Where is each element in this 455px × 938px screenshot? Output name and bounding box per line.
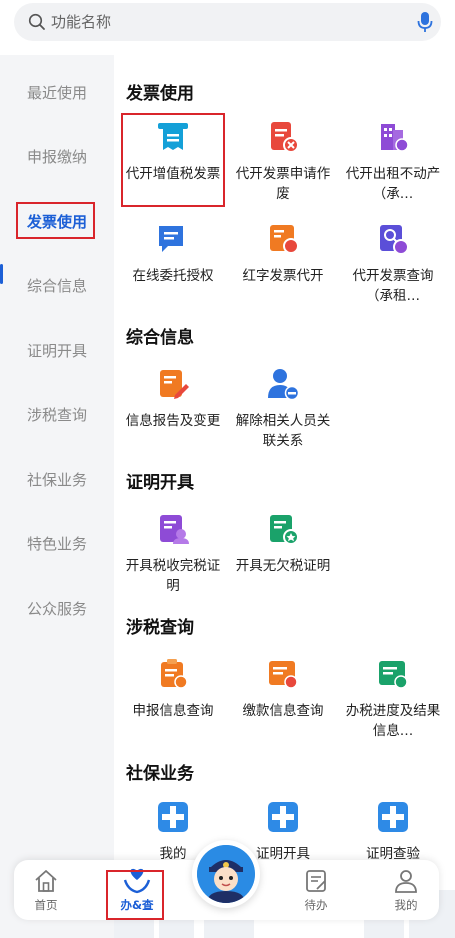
tile-no-arrears-certificate[interactable]: 开具无欠税证明: [228, 512, 338, 576]
section-title-info: 综合信息: [126, 328, 194, 348]
social-cross-icon: [378, 802, 408, 832]
tab-mine[interactable]: 我的: [376, 868, 436, 913]
sidebar-item-certificate[interactable]: 证明开具: [0, 331, 114, 371]
section-title-certificate: 证明开具: [126, 473, 194, 493]
tile-remove-related-person[interactable]: 解除相关人员关联关系: [228, 367, 338, 451]
person-icon: [395, 870, 417, 893]
tab-label: 待办: [304, 898, 328, 912]
building-invoice-icon: [381, 124, 409, 152]
sidebar-item-query[interactable]: 涉税查询: [0, 395, 114, 435]
tile-label: 申报信息查询: [132, 703, 214, 719]
tile-label: 信息报告及变更: [125, 413, 221, 429]
tile-progress-result-query[interactable]: 办税进度及结果信息…: [338, 657, 448, 741]
invoice-void-icon: [271, 122, 299, 153]
no-arrears-certificate-icon: [270, 515, 299, 545]
highlight-box-tab: [106, 870, 164, 920]
search-icon: [28, 13, 45, 30]
todo-icon: [306, 870, 326, 892]
police-mascot-avatar: [197, 845, 255, 903]
sidebar-item-public[interactable]: 公众服务: [0, 589, 114, 629]
declaration-query-icon: [161, 659, 188, 689]
sidebar-item-social[interactable]: 社保业务: [0, 460, 114, 500]
invoice-query-icon: [380, 225, 409, 255]
highlight-box-sidebar: [16, 202, 95, 239]
center-mascot-button[interactable]: [192, 840, 260, 908]
tile-red-invoice-issue[interactable]: 红字发票代开: [228, 222, 338, 286]
tax-paid-certificate-icon: [160, 515, 189, 544]
tile-label: 办税进度及结果信息…: [345, 703, 441, 739]
category-sidebar: 最近使用 申报缴纳 发票使用 综合信息 证明开具 涉税查询 社保业务 特色业务 …: [0, 55, 114, 938]
tile-label: 红字发票代开: [242, 268, 324, 284]
tile-online-authorization[interactable]: 在线委托授权: [118, 222, 228, 286]
tile-payment-query[interactable]: 缴款信息查询: [228, 657, 338, 721]
search-input[interactable]: 功能名称: [51, 12, 111, 32]
social-cross-icon: [158, 802, 188, 832]
tile-declaration-query[interactable]: 申报信息查询: [118, 657, 228, 721]
microphone-icon[interactable]: [417, 11, 433, 33]
home-icon: [35, 870, 57, 892]
tab-todo[interactable]: 待办: [286, 868, 346, 913]
tile-label: 开具无欠税证明: [235, 558, 331, 574]
tile-rental-property-invoice[interactable]: 代开出租不动产（承…: [338, 120, 448, 204]
tile-label: 代开出租不动产（承…: [345, 166, 441, 202]
remove-person-icon: [268, 369, 300, 401]
tile-invoice-query-lessee[interactable]: 代开发票查询（承租…: [338, 222, 448, 306]
payment-query-icon: [269, 661, 298, 689]
section-title-social: 社保业务: [126, 764, 194, 784]
service-content: 发票使用 代开增值税发票 代开发票申请作废 代开出租不动产（承… 在线委托授权 …: [114, 55, 455, 938]
social-cross-icon: [268, 802, 298, 832]
tile-void-invoice-request[interactable]: 代开发票申请作废: [228, 120, 338, 204]
tile-label: 开具税收完税证明: [125, 558, 221, 594]
tile-label: 代开发票查询（承租…: [352, 268, 434, 304]
tile-label: 解除相关人员关联关系: [235, 413, 331, 449]
tile-label: 缴款信息查询: [242, 703, 324, 719]
tile-social-verify[interactable]: 证明查验: [338, 800, 448, 864]
highlight-box-tile: [121, 113, 225, 207]
section-title-query: 涉税查询: [126, 618, 194, 638]
tile-label: 在线委托授权: [132, 268, 214, 284]
sidebar-item-recent[interactable]: 最近使用: [0, 73, 114, 113]
sidebar-item-declare-pay[interactable]: 申报缴纳: [0, 137, 114, 177]
tab-label: 首页: [34, 898, 58, 912]
sidebar-item-info[interactable]: 综合信息: [0, 266, 114, 306]
section-title-invoice: 发票使用: [126, 84, 194, 104]
progress-query-icon: [379, 661, 408, 689]
tab-label: 我的: [394, 898, 418, 912]
edit-report-icon: [160, 370, 189, 399]
tile-tax-paid-certificate[interactable]: 开具税收完税证明: [118, 512, 228, 596]
search-bar[interactable]: 功能名称: [14, 3, 441, 41]
tab-home[interactable]: 首页: [16, 868, 76, 913]
tile-info-report-change[interactable]: 信息报告及变更: [118, 367, 228, 431]
tile-label: 代开发票申请作废: [235, 166, 331, 202]
top-bar: 功能名称: [0, 0, 455, 55]
red-invoice-icon: [270, 225, 299, 254]
sidebar-item-special[interactable]: 特色业务: [0, 524, 114, 564]
authorize-chat-icon: [159, 226, 183, 252]
